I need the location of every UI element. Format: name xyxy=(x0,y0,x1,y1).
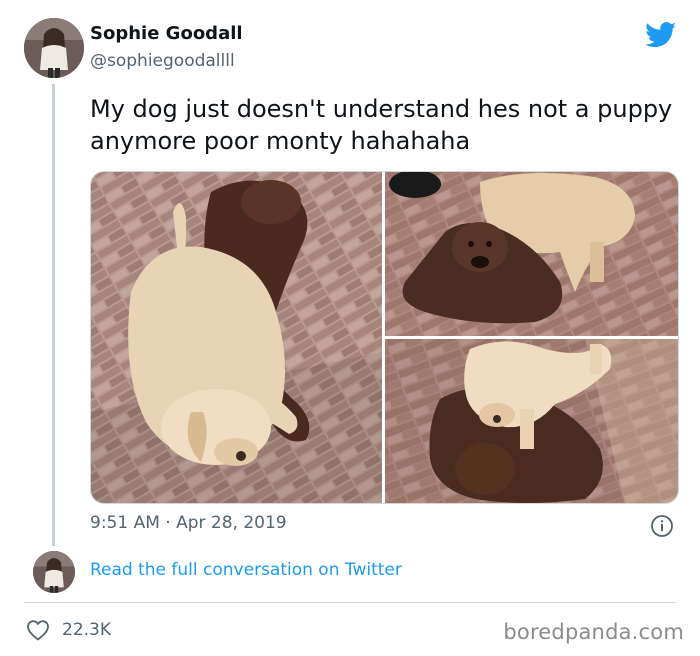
tweet-timestamp[interactable]: 9:51 AM · Apr 28, 2019 xyxy=(90,513,287,533)
photo-chocolate-dog-under-tan-dog[interactable] xyxy=(385,172,678,336)
photo-tan-dog-on-chocolate-dog[interactable] xyxy=(91,172,382,503)
author-avatar[interactable] xyxy=(24,18,84,78)
site-watermark: boredpanda.com xyxy=(503,620,684,644)
footer-divider xyxy=(24,602,676,603)
thread-line xyxy=(52,84,55,546)
twitter-bird-icon[interactable] xyxy=(645,22,677,48)
tweet-embed-card: Sophie Goodall @sophiegoodallll My dog j… xyxy=(0,0,700,656)
heart-icon[interactable] xyxy=(26,619,50,641)
info-icon[interactable] xyxy=(650,514,674,538)
like-count: 22.3K xyxy=(62,620,111,640)
read-full-conversation-link[interactable]: Read the full conversation on Twitter xyxy=(90,560,402,580)
reply-avatar[interactable] xyxy=(33,551,75,593)
media-grid xyxy=(90,171,679,504)
author-display-name[interactable]: Sophie Goodall xyxy=(90,23,243,44)
author-handle[interactable]: @sophiegoodallll xyxy=(90,51,235,71)
photo-tan-dog-head-on-chocolate-dog[interactable] xyxy=(385,339,678,503)
tweet-text: My dog just doesn't understand hes not a… xyxy=(90,95,673,155)
